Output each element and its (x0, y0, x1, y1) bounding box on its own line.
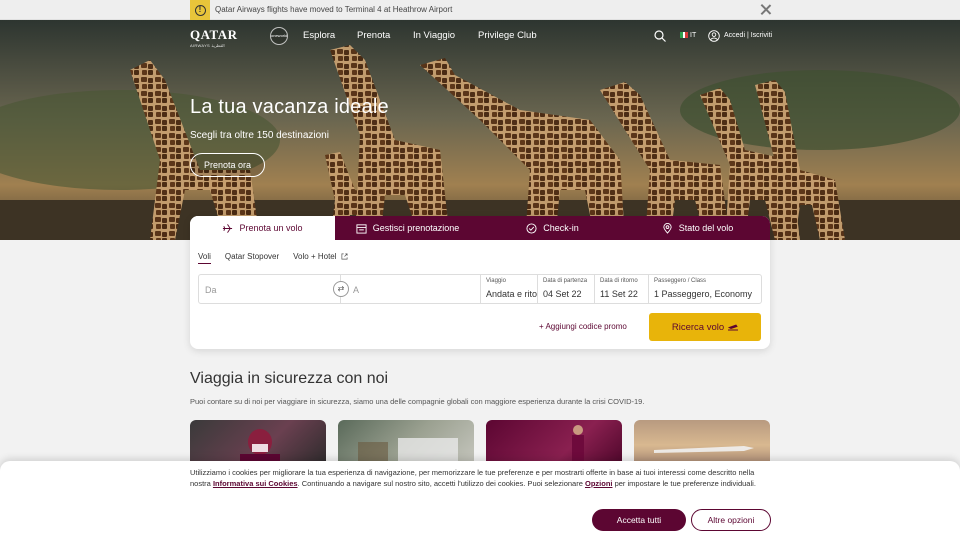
cookie-policy-link[interactable]: Informativa sui Cookies (213, 479, 298, 488)
cookie-banner: Utilizziamo i cookies per migliorare la … (0, 461, 960, 540)
oneworld-logo[interactable]: oneworld (270, 27, 288, 45)
calendar-icon (356, 223, 367, 234)
cookie-text-part-3: per impostare le tue preferenze individu… (612, 478, 756, 488)
tab-label: Prenota un volo (239, 223, 303, 233)
logo-word: QATAR (190, 27, 238, 42)
plane-takeoff-icon (728, 324, 739, 331)
section-text: Puoi contare su di noi per viaggiare in … (190, 397, 645, 406)
notice-icon-wrap: ! (190, 0, 210, 20)
notice-bar: ! Qatar Airways flights have moved to Te… (0, 0, 960, 20)
hero-subtitle: Scegli tra oltre 150 destinazioni (190, 130, 329, 141)
subtab-label: Volo + Hotel (293, 252, 337, 261)
plane-icon (223, 223, 233, 233)
location-pin-icon (663, 222, 672, 234)
return-value: 11 Set 22 (600, 289, 638, 299)
hero-banner: QATAR AIRWAYS القطرية oneworld Esplora P… (0, 20, 960, 240)
more-options-button[interactable]: Altre opzioni (691, 509, 771, 531)
departure-date-field[interactable]: Data di partenza 04 Set 22 (538, 275, 595, 303)
departure-value: 04 Set 22 (543, 289, 582, 299)
tab-label: Stato del volo (678, 223, 734, 233)
subtab-qatar-stopover[interactable]: Qatar Stopover (225, 252, 279, 264)
search-flight-button[interactable]: Ricerca volo (649, 313, 761, 341)
info-icon: ! (194, 4, 206, 16)
external-link-icon (341, 253, 348, 260)
language-selector[interactable]: IT (690, 32, 696, 39)
search-flight-label: Ricerca volo (671, 321, 725, 333)
cookie-options-link[interactable]: Opzioni (585, 479, 613, 488)
trip-value: Andata e rito (486, 289, 538, 299)
nav-item-in-viaggio[interactable]: In Viaggio (413, 30, 455, 41)
return-label: Data di ritorno (600, 278, 638, 284)
nav-item-esplora[interactable]: Esplora (303, 30, 335, 41)
cookie-text-part-2: . Continuando a navigare sul nostro sito… (297, 478, 585, 488)
search-fields: Da ⇄ A Viaggio Andata e rito Data di par… (198, 274, 762, 304)
subtab-flights[interactable]: Voli (198, 252, 211, 264)
return-date-field[interactable]: Data di ritorno 11 Set 22 (595, 275, 649, 303)
nav-item-prenota[interactable]: Prenota (357, 30, 390, 41)
passenger-value: 1 Passeggero, Economy (654, 289, 753, 299)
tab-check-in[interactable]: Check-in (480, 216, 625, 240)
login-link[interactable]: Accedi | Iscriviti (724, 32, 772, 39)
trip-type-select[interactable]: Viaggio Andata e rito (481, 275, 538, 303)
italy-flag-icon[interactable] (680, 32, 689, 38)
accept-all-button[interactable]: Accetta tutti (592, 509, 686, 531)
qatar-logo[interactable]: QATAR AIRWAYS القطرية (190, 27, 238, 48)
cookie-text: Utilizziamo i cookies per migliorare la … (190, 468, 770, 489)
trip-label: Viaggio (486, 278, 506, 284)
nav-item-privilege-club[interactable]: Privilege Club (478, 30, 537, 41)
check-circle-icon (526, 222, 537, 234)
close-icon[interactable] (760, 3, 772, 15)
to-field[interactable]: A (341, 275, 481, 303)
search-icon[interactable] (654, 30, 666, 42)
booking-widget: Prenota un volo Gestisci prenotazione Ch… (190, 216, 770, 349)
tab-flight-status[interactable]: Stato del volo (625, 216, 770, 240)
from-field[interactable]: Da (199, 275, 341, 303)
logo-sub: AIRWAYS القطرية (190, 43, 225, 48)
tab-label: Check-in (543, 223, 579, 233)
tab-book-flight[interactable]: Prenota un volo (190, 216, 335, 240)
hero-title: La tua vacanza ideale (190, 96, 389, 118)
top-navigation: QATAR AIRWAYS القطرية oneworld Esplora P… (0, 20, 960, 56)
booking-tabs: Prenota un volo Gestisci prenotazione Ch… (190, 216, 770, 240)
tab-label: Gestisci prenotazione (372, 223, 460, 233)
to-placeholder: A (353, 285, 360, 295)
passenger-label: Passeggero / Class (654, 278, 707, 284)
tab-manage-booking[interactable]: Gestisci prenotazione (335, 216, 480, 240)
section-title: Viaggia in sicurezza con noi (190, 370, 389, 387)
notice-text: Qatar Airways flights have moved to Term… (215, 5, 453, 14)
add-promo-code-link[interactable]: + Aggiungi codice promo (539, 322, 627, 331)
departure-label: Data di partenza (543, 278, 588, 284)
book-now-button[interactable]: Prenota ora (190, 153, 265, 177)
passenger-class-field[interactable]: Passeggero / Class 1 Passeggero, Economy (649, 275, 761, 303)
from-placeholder: Da (205, 285, 217, 295)
subtab-flight-hotel[interactable]: Volo + Hotel (293, 252, 348, 264)
booking-subtabs: Voli Qatar Stopover Volo + Hotel (198, 252, 348, 264)
user-icon[interactable] (708, 30, 720, 42)
